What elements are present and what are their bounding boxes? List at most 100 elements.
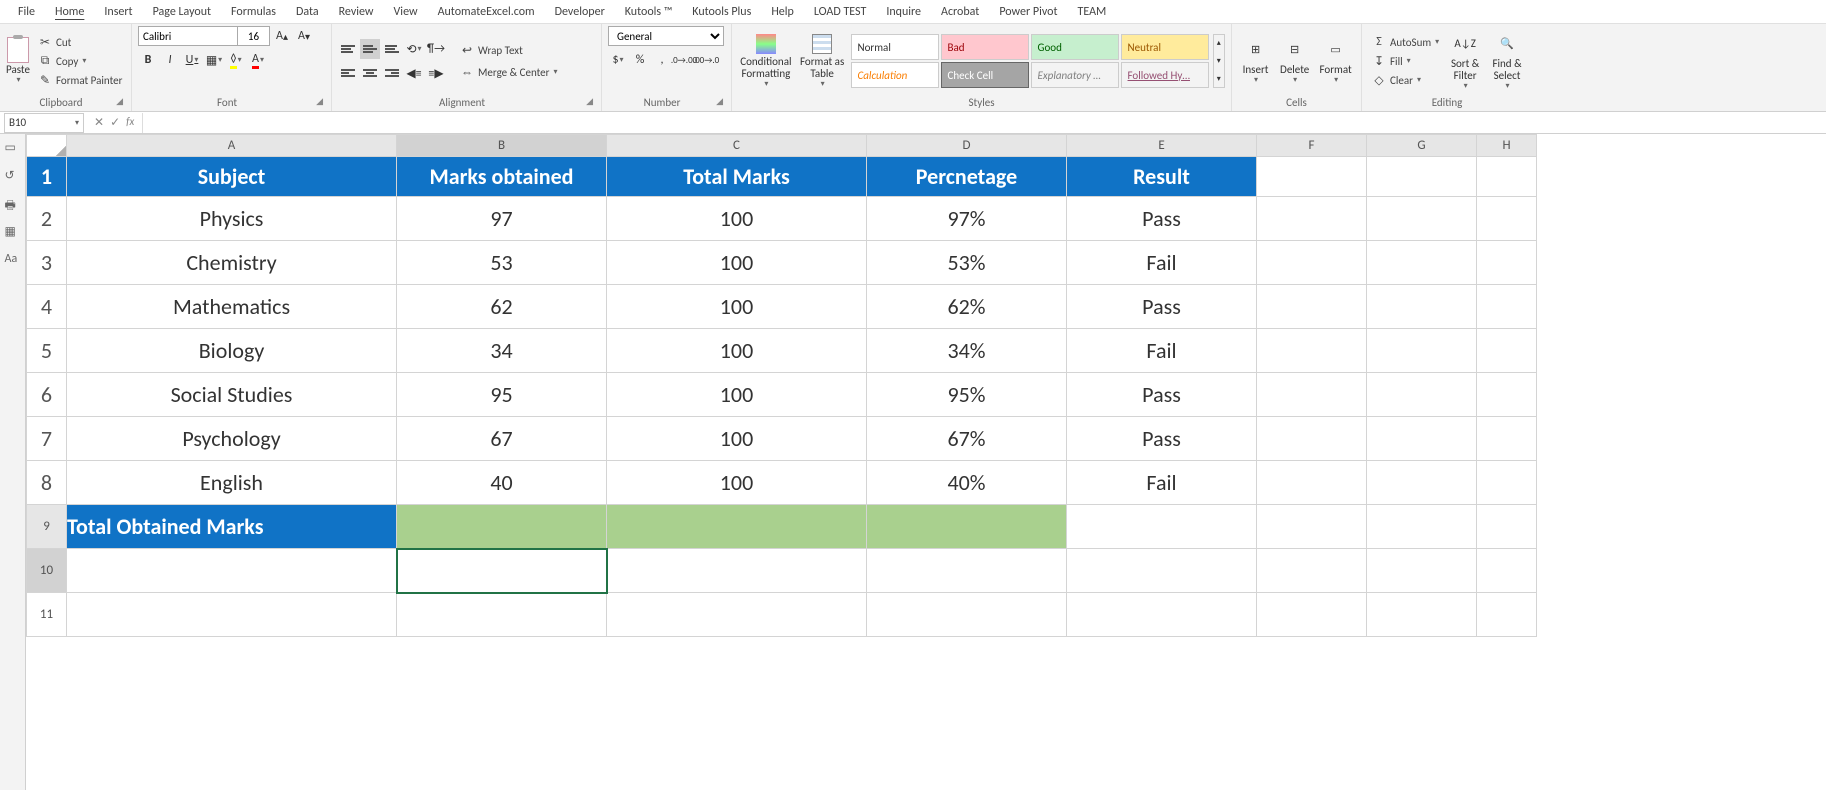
cell[interactable]: 97% bbox=[867, 197, 1067, 241]
cell[interactable] bbox=[867, 505, 1067, 549]
cell[interactable]: Mathematics bbox=[67, 285, 397, 329]
comma-button[interactable]: , bbox=[652, 50, 672, 70]
cell[interactable] bbox=[397, 593, 607, 637]
cell-b10[interactable] bbox=[397, 549, 607, 593]
cell[interactable] bbox=[1477, 197, 1537, 241]
cell[interactable]: 40 bbox=[397, 461, 607, 505]
col-header-g[interactable]: G bbox=[1367, 135, 1477, 157]
cell[interactable]: Psychology bbox=[67, 417, 397, 461]
cell[interactable] bbox=[1477, 417, 1537, 461]
delete-cells-button[interactable]: ⊟Delete▾ bbox=[1277, 28, 1312, 94]
cell[interactable]: English bbox=[67, 461, 397, 505]
col-header-b[interactable]: B bbox=[397, 135, 607, 157]
row-header[interactable]: 11 bbox=[27, 593, 67, 637]
cell[interactable] bbox=[1257, 285, 1367, 329]
cell[interactable] bbox=[867, 549, 1067, 593]
sort-filter-button[interactable]: A↓ZSort & Filter▾ bbox=[1446, 28, 1484, 94]
increase-font-button[interactable]: A▴ bbox=[272, 26, 292, 46]
fx-button[interactable]: fx bbox=[126, 115, 134, 130]
row-header[interactable]: 2 bbox=[27, 197, 67, 241]
cell[interactable] bbox=[607, 549, 867, 593]
cell[interactable]: 34 bbox=[397, 329, 607, 373]
cell[interactable]: Marks obtained bbox=[397, 157, 607, 197]
col-header-c[interactable]: C bbox=[607, 135, 867, 157]
cell[interactable] bbox=[1257, 373, 1367, 417]
cell[interactable]: Total Obtained Marks bbox=[67, 505, 397, 549]
row-header[interactable]: 1 bbox=[27, 157, 67, 197]
tab-help[interactable]: Help bbox=[761, 1, 804, 23]
sidebar-icon-3[interactable]: 🖶 bbox=[5, 196, 21, 212]
tab-powerpivot[interactable]: Power Pivot bbox=[989, 1, 1067, 23]
cut-button[interactable]: ✂Cut bbox=[34, 33, 125, 51]
cell[interactable] bbox=[67, 549, 397, 593]
style-checkcell[interactable]: Check Cell bbox=[941, 62, 1029, 88]
cell[interactable] bbox=[1477, 505, 1537, 549]
align-left-button[interactable] bbox=[338, 63, 358, 83]
cell[interactable] bbox=[1477, 285, 1537, 329]
cell[interactable]: Biology bbox=[67, 329, 397, 373]
cell[interactable]: Pass bbox=[1067, 197, 1257, 241]
cell[interactable] bbox=[67, 593, 397, 637]
dialog-launcher-icon[interactable]: ◢ bbox=[316, 96, 325, 107]
insert-cells-button[interactable]: ⊞Insert▾ bbox=[1238, 28, 1273, 94]
style-calculation[interactable]: Calculation bbox=[851, 62, 939, 88]
cell[interactable]: Fail bbox=[1067, 461, 1257, 505]
sidebar-icon-2[interactable]: ↺ bbox=[5, 168, 21, 184]
cell[interactable]: 40% bbox=[867, 461, 1067, 505]
cell[interactable] bbox=[1067, 505, 1257, 549]
tab-file[interactable]: File bbox=[8, 1, 45, 23]
bold-button[interactable]: B bbox=[138, 50, 158, 70]
cell[interactable]: Social Studies bbox=[67, 373, 397, 417]
cell[interactable]: 67 bbox=[397, 417, 607, 461]
orientation-button[interactable]: ⟲▾ bbox=[404, 39, 424, 59]
dialog-launcher-icon[interactable]: ◢ bbox=[716, 96, 725, 107]
cell[interactable] bbox=[1477, 329, 1537, 373]
cell-styles-gallery[interactable]: Normal Bad Good Neutral Calculation Chec… bbox=[851, 34, 1209, 88]
cell[interactable] bbox=[1067, 593, 1257, 637]
autosum-button[interactable]: ΣAutoSum▾ bbox=[1368, 33, 1442, 51]
style-followedhyperlink[interactable]: Followed Hy… bbox=[1121, 62, 1209, 88]
cell[interactable]: 67% bbox=[867, 417, 1067, 461]
cell[interactable] bbox=[1367, 461, 1477, 505]
cell[interactable] bbox=[1367, 329, 1477, 373]
percent-button[interactable]: % bbox=[630, 50, 650, 70]
style-neutral[interactable]: Neutral bbox=[1121, 34, 1209, 60]
spreadsheet[interactable]: A B C D E F G H 1 Subject Marks obtained… bbox=[26, 134, 1826, 790]
col-header-e[interactable]: E bbox=[1067, 135, 1257, 157]
align-center-button[interactable] bbox=[360, 63, 380, 83]
cell[interactable] bbox=[1257, 549, 1367, 593]
row-header[interactable]: 5 bbox=[27, 329, 67, 373]
cell[interactable]: Fail bbox=[1067, 241, 1257, 285]
cell[interactable]: 95% bbox=[867, 373, 1067, 417]
cell[interactable]: 62% bbox=[867, 285, 1067, 329]
sidebar-icon-4[interactable]: ▦ bbox=[5, 224, 21, 240]
cell[interactable]: 97 bbox=[397, 197, 607, 241]
tab-kutoolsplus[interactable]: Kutools Plus bbox=[682, 1, 761, 23]
cell[interactable]: Chemistry bbox=[67, 241, 397, 285]
underline-button[interactable]: U▾ bbox=[182, 50, 202, 70]
font-size-select[interactable] bbox=[238, 26, 270, 46]
cell[interactable] bbox=[1367, 285, 1477, 329]
cell[interactable]: Percnetage bbox=[867, 157, 1067, 197]
tab-home[interactable]: Home bbox=[45, 1, 94, 23]
conditional-formatting-button[interactable]: Conditional Formatting▾ bbox=[738, 28, 794, 94]
cell[interactable] bbox=[1477, 461, 1537, 505]
cell[interactable] bbox=[1367, 593, 1477, 637]
cell[interactable] bbox=[1257, 461, 1367, 505]
tab-loadtest[interactable]: LOAD TEST bbox=[804, 1, 877, 23]
col-header-d[interactable]: D bbox=[867, 135, 1067, 157]
col-header-a[interactable]: A bbox=[67, 135, 397, 157]
decrease-font-button[interactable]: A▾ bbox=[294, 26, 314, 46]
font-color-button[interactable]: A▾ bbox=[248, 50, 268, 70]
cell[interactable] bbox=[1067, 549, 1257, 593]
cell[interactable] bbox=[1257, 329, 1367, 373]
cell[interactable]: 100 bbox=[607, 461, 867, 505]
cell[interactable]: 100 bbox=[607, 241, 867, 285]
row-header[interactable]: 4 bbox=[27, 285, 67, 329]
row-header[interactable]: 9 bbox=[27, 505, 67, 549]
cell[interactable]: Total Marks bbox=[607, 157, 867, 197]
fill-color-button[interactable]: ◊▾ bbox=[226, 50, 246, 70]
format-cells-button[interactable]: ▭Format▾ bbox=[1316, 28, 1355, 94]
style-normal[interactable]: Normal bbox=[851, 34, 939, 60]
tab-pagelayout[interactable]: Page Layout bbox=[143, 1, 221, 23]
